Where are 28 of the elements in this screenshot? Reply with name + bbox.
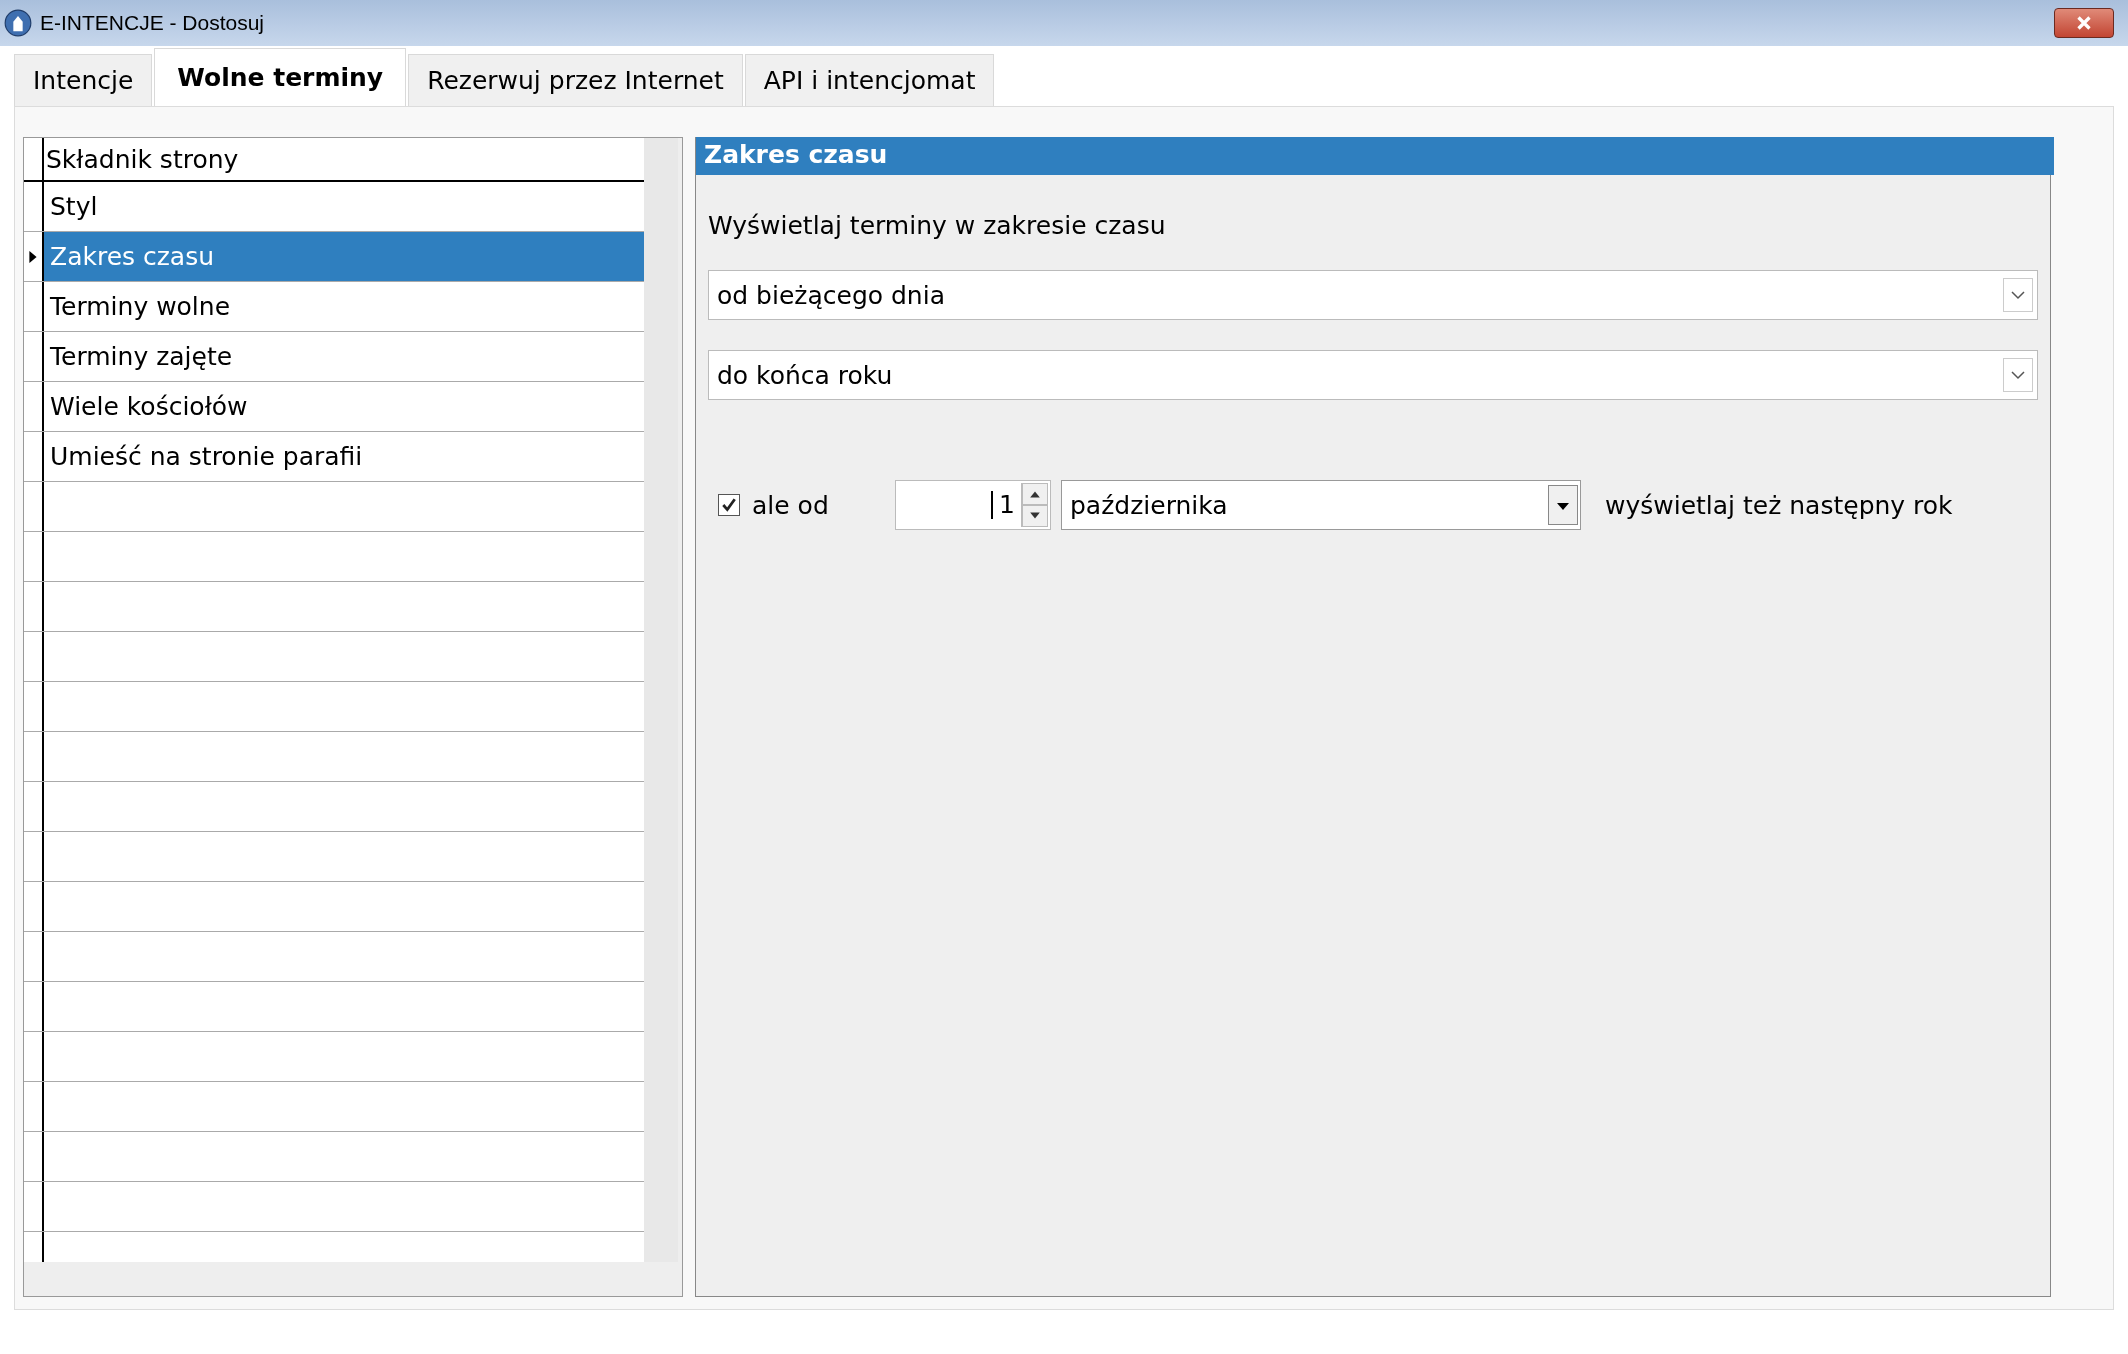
grid-row[interactable]: Zakres czasu (44, 232, 644, 281)
window-title: E-INTENCJE - Dostosuj (40, 11, 266, 35)
from-dropdown[interactable]: od bieżącego dnia (708, 270, 2038, 320)
grid-row[interactable]: Styl (44, 182, 644, 231)
row-pointer-icon (29, 250, 37, 263)
grid-row[interactable]: Wiele kościołów (44, 382, 644, 431)
spin-down-icon[interactable] (1022, 505, 1048, 527)
tab[interactable]: Rezerwuj przez Internet (408, 54, 743, 106)
month-dropdown[interactable]: października (1061, 480, 1581, 530)
panel-title: Zakres czasu (696, 137, 2054, 175)
spin-up-icon[interactable] (1022, 483, 1048, 505)
column-header: Składnik strony (45, 144, 239, 176)
checkbox-label: ale od (752, 490, 829, 520)
app-icon (4, 9, 32, 37)
chevron-down-icon (2003, 277, 2033, 313)
grid-row[interactable]: Terminy wolne (44, 282, 644, 331)
grid-row[interactable]: Terminy zajęte (44, 332, 644, 381)
day-spinner[interactable]: 1 (895, 480, 1051, 530)
tab[interactable]: API i intencjomat (744, 54, 995, 106)
prompt-label: Wyświetlaj terminy w zakresie czasu (708, 211, 1167, 240)
grid-row[interactable]: Umieść na stronie parafii (44, 432, 644, 481)
tab[interactable]: Wolne terminy (154, 48, 407, 106)
tab[interactable]: Intencje (14, 54, 153, 106)
chevron-down-icon (2003, 357, 2033, 393)
close-button[interactable] (2054, 8, 2114, 38)
checkbox[interactable] (718, 494, 740, 516)
to-dropdown[interactable]: do końca roku (708, 350, 2038, 400)
suffix-label: wyświetlaj też następny rok (1605, 490, 1953, 520)
